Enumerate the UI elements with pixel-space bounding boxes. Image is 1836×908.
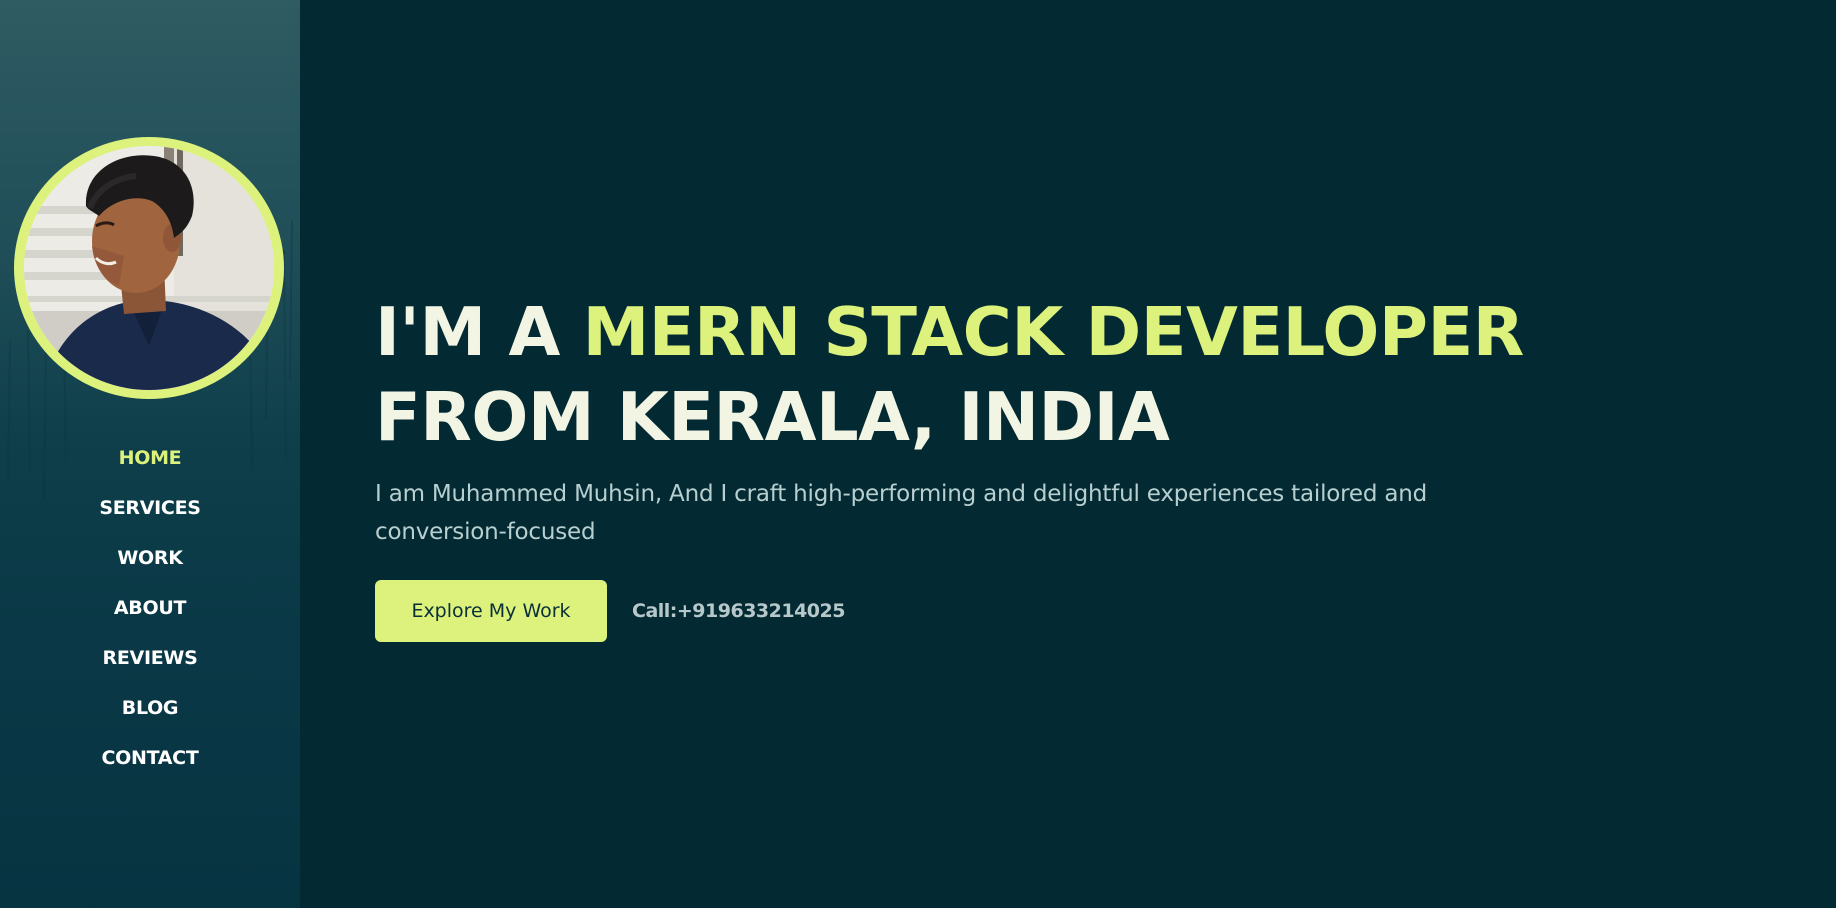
nav-link-contact[interactable]: CONTACT [102, 747, 199, 769]
hero-title-line2: FROM KERALA, INDIA [375, 378, 1170, 456]
sidebar-item-blog: BLOG [0, 683, 300, 733]
avatar [24, 146, 274, 390]
sidebar-item-contact: CONTACT [0, 733, 300, 783]
hero-description: I am Muhammed Muhsin, And I craft high-p… [375, 481, 1428, 545]
nav-link-about[interactable]: ABOUT [114, 597, 187, 619]
hero-section: I'M A MERN STACK DEVELOPER FROM KERALA, … [375, 290, 1524, 642]
nav-link-reviews[interactable]: REVIEWS [103, 647, 198, 669]
nav-link-services[interactable]: SERVICES [99, 497, 201, 519]
nav-link-home[interactable]: HOME [119, 447, 182, 469]
avatar-photo [24, 146, 274, 390]
sidebar-item-work: WORK [0, 533, 300, 583]
sidebar-item-home: HOME [0, 433, 300, 483]
sidebar-item-about: ABOUT [0, 583, 300, 633]
sidebar-item-reviews: REVIEWS [0, 633, 300, 683]
hero-actions: Explore My Work Call:+919633214025 [375, 580, 1475, 642]
explore-work-button[interactable]: Explore My Work [375, 580, 607, 642]
call-link[interactable]: Call:+919633214025 [632, 600, 845, 622]
nav-link-work[interactable]: WORK [117, 547, 183, 569]
hero-title: I'M A MERN STACK DEVELOPER FROM KERALA, … [375, 290, 1524, 460]
page: HOME SERVICES WORK ABOUT REVIEWS BLOG CO… [0, 0, 1836, 908]
hero-title-prefix: I'M A [375, 293, 583, 371]
sidebar: HOME SERVICES WORK ABOUT REVIEWS BLOG CO… [0, 0, 300, 908]
hero-title-accent: MERN STACK DEVELOPER [582, 293, 1525, 371]
sidebar-nav: HOME SERVICES WORK ABOUT REVIEWS BLOG CO… [0, 433, 300, 783]
nav-link-blog[interactable]: BLOG [122, 697, 179, 719]
avatar-ring [14, 137, 284, 399]
sidebar-item-services: SERVICES [0, 483, 300, 533]
